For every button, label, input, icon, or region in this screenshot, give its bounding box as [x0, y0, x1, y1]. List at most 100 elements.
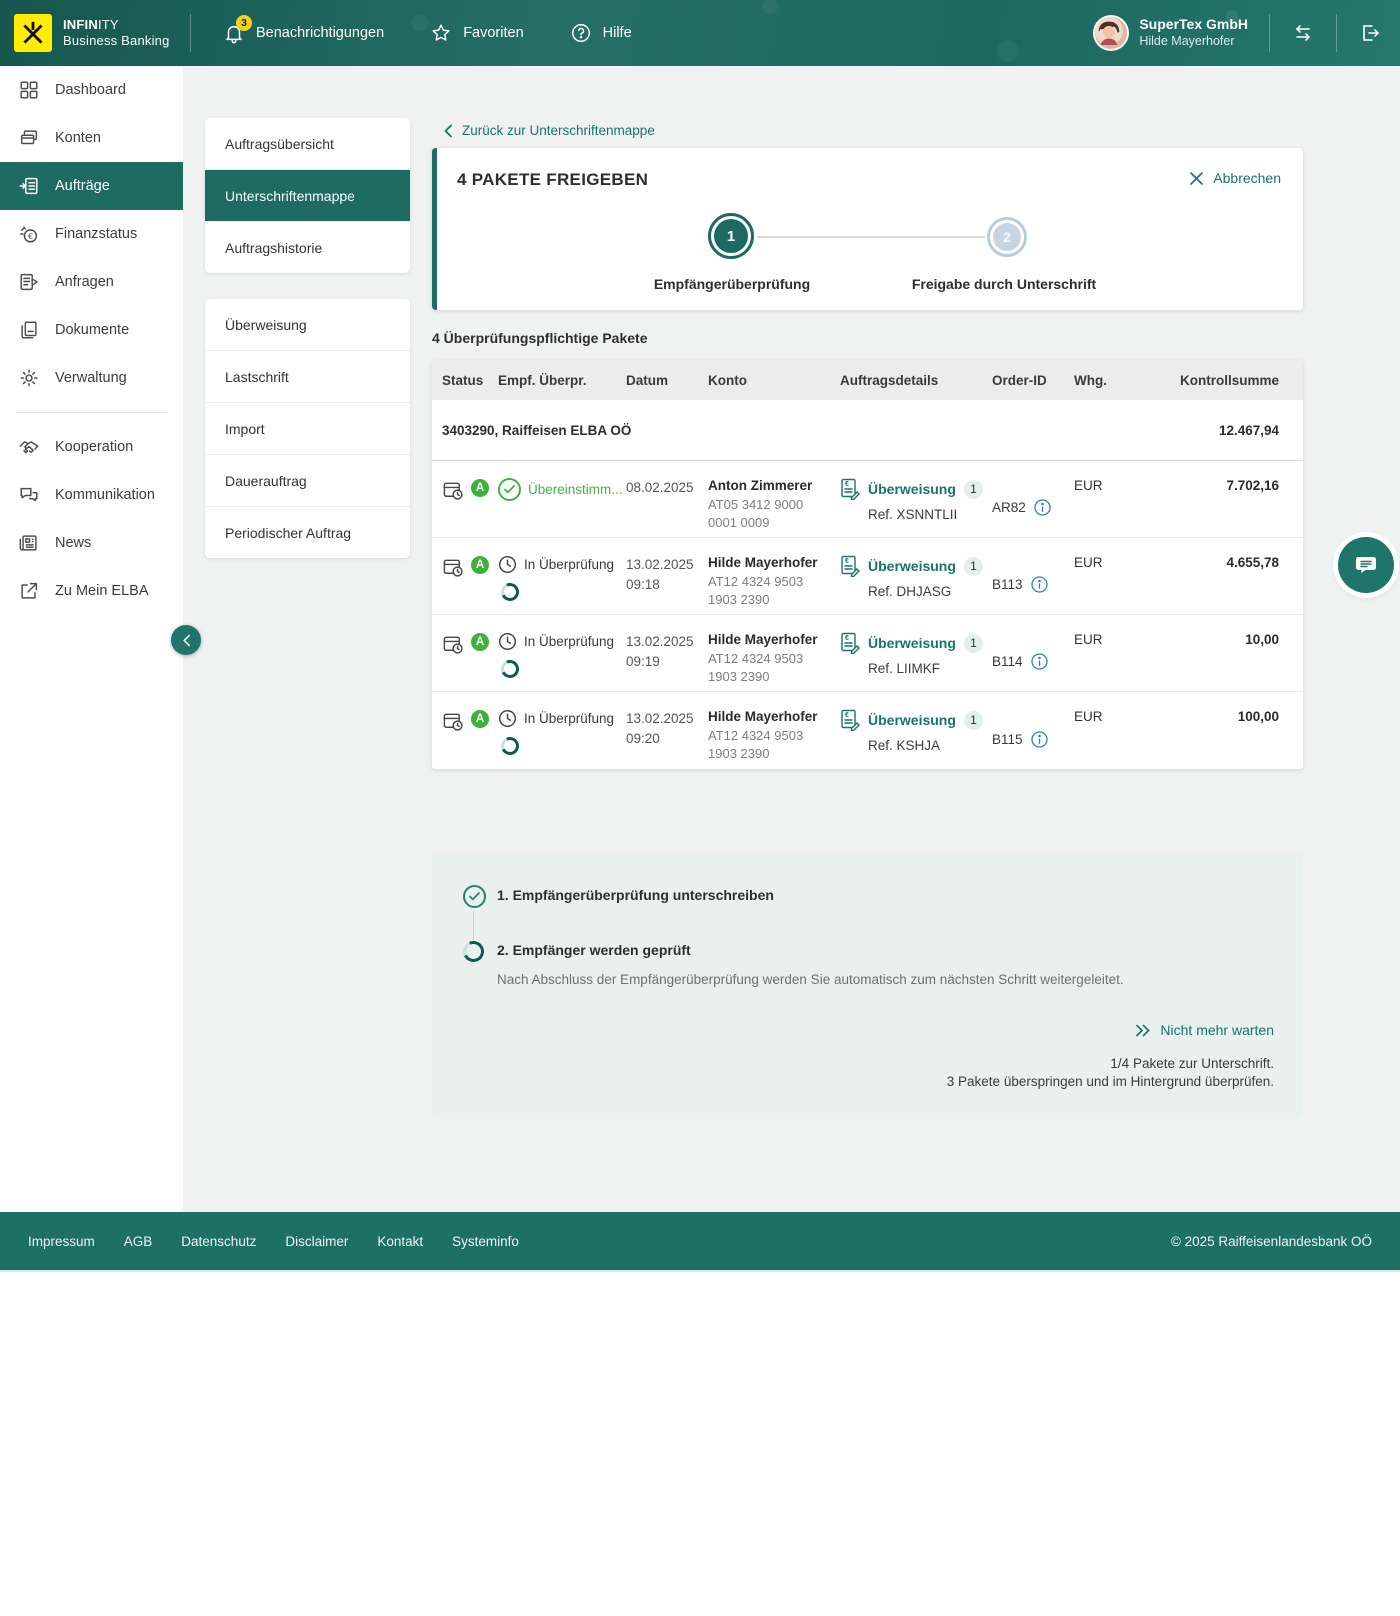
- user-info[interactable]: SuperTex GmbH Hilde Mayerhofer: [1139, 16, 1248, 49]
- notifications-button[interactable]: 3 Benachrichtigungen: [223, 22, 384, 44]
- group-total: 12.467,94: [1219, 423, 1279, 438]
- transfer-document-icon: €: [840, 709, 860, 731]
- header-divider: [1269, 14, 1270, 52]
- package-row[interactable]: A In Überprüfung 13.02.2025 09:19: [432, 615, 1303, 692]
- sidebar-item-finanzstatus[interactable]: € Finanzstatus: [0, 210, 183, 258]
- col-datum: Datum: [626, 373, 708, 388]
- transfer-document-icon: €: [840, 555, 860, 577]
- row-time: 09:20: [626, 729, 708, 749]
- sidebar-item-kommunikation[interactable]: Kommunikation: [0, 471, 183, 519]
- authorized-badge: A: [471, 479, 489, 497]
- sidebar-item-kooperation[interactable]: Kooperation: [0, 423, 183, 471]
- back-link-label: Zurück zur Unterschriftenmappe: [462, 123, 655, 138]
- row-date: 13.02.2025: [626, 709, 708, 729]
- account-name: Hilde Mayerhofer: [708, 632, 840, 647]
- sidebar-item-anfragen[interactable]: Anfragen: [0, 258, 183, 306]
- footer-link-agb[interactable]: AGB: [124, 1234, 153, 1249]
- orders-submenu: Auftragsübersicht Unterschriftenmappe Au…: [205, 118, 410, 273]
- order-reference: Ref. XSNNTLII: [868, 507, 992, 522]
- favorites-button[interactable]: Favoriten: [430, 22, 523, 44]
- account-iban: AT12 4324 9503 1903 2390: [708, 727, 818, 762]
- footer-link-datenschutz[interactable]: Datenschutz: [181, 1234, 256, 1249]
- submenu-label: Überweisung: [225, 317, 307, 333]
- sidebar-item-auftraege[interactable]: Aufträge: [0, 162, 183, 210]
- sidebar-item-news[interactable]: News: [0, 519, 183, 567]
- order-count-badge: 1: [964, 634, 983, 653]
- submenu-item-auftragsuebersicht[interactable]: Auftragsübersicht: [205, 118, 410, 170]
- cancel-button[interactable]: Abbrechen: [1189, 170, 1281, 186]
- calendar-clock-icon: [442, 556, 465, 579]
- package-row[interactable]: A In Überprüfung 13.02.2025 09:20: [432, 692, 1303, 769]
- brand-text: INFINITY Business Banking: [63, 17, 170, 50]
- sidebar-item-verwaltung[interactable]: Verwaltung: [0, 354, 183, 402]
- footer-link-disclaimer[interactable]: Disclaimer: [285, 1234, 348, 1249]
- top-header: INFINITY Business Banking 3 Benachrichti…: [0, 0, 1400, 66]
- switch-user-icon[interactable]: [1291, 21, 1315, 45]
- sidebar-item-zu-mein-elba[interactable]: Zu Mein ELBA: [0, 567, 183, 615]
- back-link[interactable]: Zurück zur Unterschriftenmappe: [443, 123, 655, 138]
- progress-info-line-1: 1/4 Pakete zur Unterschrift.: [1110, 1056, 1274, 1071]
- submenu-item-ueberweisung[interactable]: Überweisung: [205, 299, 410, 351]
- logout-icon[interactable]: [1358, 21, 1382, 45]
- account-iban: AT12 4324 9503 1903 2390: [708, 650, 818, 685]
- sidebar-item-label: Finanzstatus: [55, 226, 137, 242]
- submenu-item-periodischer-auftrag[interactable]: Periodischer Auftrag: [205, 507, 410, 558]
- user-name: Hilde Mayerhofer: [1139, 34, 1248, 50]
- table-header-row: Status Empf. Überpr. Datum Konto Auftrag…: [432, 360, 1303, 400]
- submenu-item-auftragshistorie[interactable]: Auftragshistorie: [205, 222, 410, 273]
- footer-link-kontakt[interactable]: Kontakt: [377, 1234, 423, 1249]
- transfer-document-icon: €: [840, 632, 860, 654]
- sidebar-item-dokumente[interactable]: Dokumente: [0, 306, 183, 354]
- row-amount: 7.702,16: [1136, 478, 1279, 537]
- footer-link-impressum[interactable]: Impressum: [28, 1234, 95, 1249]
- footer-link-systeminfo[interactable]: Systeminfo: [452, 1234, 519, 1249]
- col-order-id: Order-ID: [992, 373, 1074, 388]
- loading-spinner: [498, 734, 521, 757]
- accounts-icon: [18, 127, 40, 149]
- sidebar-item-label: Kommunikation: [55, 487, 155, 503]
- skip-waiting-link[interactable]: Nicht mehr warten: [1135, 1022, 1274, 1038]
- row-currency: EUR: [1074, 478, 1136, 537]
- finance-status-icon: €: [18, 223, 40, 245]
- release-packages-card: 4 PAKETE FREIGEBEN Abbrechen 1 2 Empfäng…: [432, 148, 1303, 310]
- submenu-item-unterschriftenmappe[interactable]: Unterschriftenmappe: [205, 170, 410, 222]
- help-button[interactable]: Hilfe: [570, 22, 632, 44]
- svg-text:€: €: [845, 558, 849, 565]
- row-currency: EUR: [1074, 709, 1136, 769]
- verification-status: In Überprüfung: [524, 634, 614, 649]
- submenu-label: Dauerauftrag: [225, 473, 307, 489]
- order-id: B115: [992, 732, 1023, 747]
- submenu-item-dauerauftrag[interactable]: Dauerauftrag: [205, 455, 410, 507]
- collapse-sidebar-button[interactable]: [171, 625, 201, 655]
- packages-list-title: 4 Überprüfungspflichtige Pakete: [432, 330, 647, 346]
- svg-text:€: €: [845, 481, 849, 488]
- submenu-item-lastschrift[interactable]: Lastschrift: [205, 351, 410, 403]
- raiffeisen-logo-icon: [14, 14, 52, 52]
- info-icon[interactable]: [1031, 653, 1048, 670]
- sidebar-item-label: Zu Mein ELBA: [55, 583, 149, 599]
- package-row[interactable]: A Übereinstimm... 08.02.2025 Anton Zimme: [432, 461, 1303, 538]
- avatar[interactable]: [1093, 15, 1129, 51]
- info-icon[interactable]: [1034, 499, 1051, 516]
- group-label: 3403290, Raiffeisen ELBA OÖ: [442, 423, 631, 438]
- order-reference: Ref. LIIMKF: [868, 661, 992, 676]
- sidebar-item-konten[interactable]: Konten: [0, 114, 183, 162]
- info-icon[interactable]: [1031, 576, 1048, 593]
- payment-submenu: Überweisung Lastschrift Import Dauerauft…: [205, 299, 410, 558]
- row-currency: EUR: [1074, 632, 1136, 691]
- account-name: Hilde Mayerhofer: [708, 555, 840, 570]
- submenu-item-import[interactable]: Import: [205, 403, 410, 455]
- info-icon[interactable]: [1031, 731, 1048, 748]
- row-date: 13.02.2025: [626, 555, 708, 575]
- brand[interactable]: INFINITY Business Banking: [0, 14, 176, 52]
- loading-spinner: [498, 580, 521, 603]
- chat-icon: [1353, 553, 1379, 577]
- newspaper-icon: [18, 532, 40, 554]
- sidebar-item-dashboard[interactable]: Dashboard: [0, 66, 183, 114]
- submenu-label: Import: [225, 421, 265, 437]
- chat-fab-button[interactable]: [1338, 537, 1394, 593]
- package-row[interactable]: A In Überprüfung 13.02.2025 09:18: [432, 538, 1303, 615]
- account-name: Anton Zimmerer: [708, 478, 840, 493]
- progress-connector: [473, 911, 474, 941]
- stepper-connector: [757, 236, 985, 238]
